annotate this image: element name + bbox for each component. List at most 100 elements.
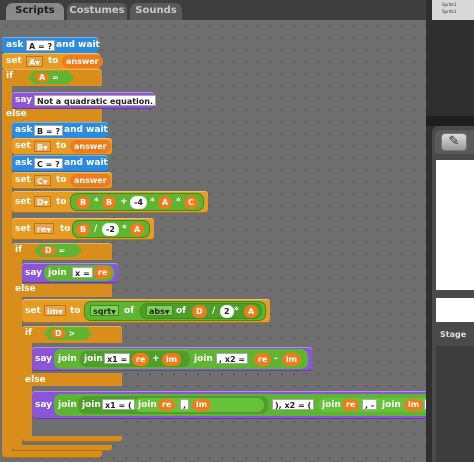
text-slot[interactable]: , x2 = xyxy=(216,353,249,364)
var-name: D xyxy=(37,198,44,207)
var-dropdown[interactable]: re▼ xyxy=(34,223,54,234)
join-keyword: join xyxy=(48,268,67,278)
say-block[interactable]: say Not a quadratic equation. xyxy=(12,92,157,109)
times-sign: * xyxy=(94,197,99,207)
to-keyword: to xyxy=(56,175,67,185)
text-slot[interactable]: ), x2 = ( xyxy=(272,399,315,410)
sprite-label: Sprite1 xyxy=(442,9,457,14)
text-slot[interactable]: , xyxy=(180,399,190,410)
tab-scripts[interactable]: Scripts xyxy=(6,3,64,20)
func-name: sqrt xyxy=(93,307,112,316)
set-a-block[interactable]: set A▼ to answer xyxy=(2,53,103,70)
text-slot[interactable]: x1 = ( xyxy=(102,399,135,410)
tab-sounds[interactable]: Sounds xyxy=(130,3,182,20)
func-name: abs xyxy=(149,307,165,316)
ask-block[interactable]: ask A = ? and wait xyxy=(2,37,100,54)
say-complex-roots-block[interactable]: say join join x1 = ( join re , im ), x2 … xyxy=(32,391,452,419)
ask-prompt-slot[interactable]: A = ? xyxy=(26,40,56,51)
stage-canvas[interactable] xyxy=(436,160,474,290)
greater-than-predicate[interactable]: D > 0 xyxy=(44,327,92,340)
answer-reporter[interactable]: answer xyxy=(70,174,111,187)
b-reporter[interactable]: B xyxy=(102,196,117,209)
equals-predicate[interactable]: D = 0 xyxy=(34,244,82,257)
panel-splitter[interactable] xyxy=(426,116,474,126)
answer-reporter[interactable]: answer xyxy=(62,55,103,68)
ask-prompt-slot[interactable]: B = ? xyxy=(34,125,64,136)
set-re-block[interactable]: set re▼ to B / -2 * A xyxy=(12,218,154,240)
say-x-block[interactable]: say join x = re xyxy=(22,263,118,283)
equals-sign: = xyxy=(58,246,66,255)
var-dropdown[interactable]: C▼ xyxy=(34,175,51,186)
ask-b-block[interactable]: ask B = ? and wait xyxy=(12,122,108,139)
im-reporter[interactable]: im xyxy=(282,353,302,366)
say-keyword: say xyxy=(35,354,53,364)
and-wait-label: and wait xyxy=(64,125,108,135)
of-keyword: of xyxy=(176,306,187,316)
b-reporter[interactable]: B xyxy=(76,223,91,236)
text-slot[interactable]: , - xyxy=(362,399,378,410)
re-reporter[interactable]: re xyxy=(94,266,112,279)
join-keyword: join xyxy=(58,400,77,410)
say-keyword: say xyxy=(35,400,53,410)
function-dropdown[interactable]: sqrt▼ xyxy=(90,305,119,316)
b-reporter[interactable]: B xyxy=(76,196,91,209)
to-keyword: to xyxy=(48,56,59,66)
sprite-corral[interactable]: Sprite1 Sprite1 xyxy=(432,0,474,20)
stage-thumbnail[interactable] xyxy=(436,298,474,322)
re-reporter[interactable]: re xyxy=(158,399,176,411)
set-c-block[interactable]: set C▼ to answer xyxy=(12,172,112,189)
say-keyword: say xyxy=(25,268,43,278)
ask-c-block[interactable]: ask C = ? and wait xyxy=(12,155,108,172)
say-keyword: say xyxy=(15,95,33,105)
dropdown-arrow-icon: ▼ xyxy=(164,309,170,316)
im-reporter[interactable]: im xyxy=(162,353,182,366)
set-b-block[interactable]: set B▼ to answer xyxy=(12,138,112,155)
tab-bar: Scripts Costumes Sounds xyxy=(0,0,426,20)
re-reporter[interactable]: re xyxy=(342,399,360,411)
join-keyword: join xyxy=(82,400,101,410)
ask-prompt-slot[interactable]: C = ? xyxy=(34,158,63,169)
set-im-block[interactable]: set im▼ to sqrt▼ of abs▼ of D / 2 * A xyxy=(22,299,270,323)
say-real-roots-block[interactable]: say join join x1 = re + im join , x2 = r… xyxy=(32,347,312,371)
ask-keyword: ask xyxy=(15,125,33,135)
and-wait-label: and wait xyxy=(64,158,108,168)
a-reporter[interactable]: A xyxy=(130,223,145,236)
neg4-slot[interactable]: -4 xyxy=(130,196,147,209)
answer-reporter[interactable]: answer xyxy=(70,140,111,153)
text-slot[interactable]: x1 = xyxy=(104,353,131,364)
im-reporter[interactable]: im xyxy=(192,399,212,411)
c-reporter[interactable]: C xyxy=(184,196,198,209)
var-dropdown[interactable]: B▼ xyxy=(34,141,51,152)
tab-costumes[interactable]: Costumes xyxy=(67,3,127,20)
paint-brush-icon[interactable]: ✎ xyxy=(441,133,467,151)
set-keyword: set xyxy=(15,141,31,151)
im-reporter[interactable]: im xyxy=(404,399,424,411)
neg2-slot[interactable]: -2 xyxy=(102,223,119,236)
if-keyword: if xyxy=(6,71,14,81)
var-dropdown[interactable]: D▼ xyxy=(34,196,52,207)
join-keyword: join xyxy=(322,400,341,410)
sprite-label: Sprite1 xyxy=(442,2,457,7)
text-slot[interactable]: x = xyxy=(72,267,93,278)
two-slot[interactable]: 2 xyxy=(220,305,234,318)
var-dropdown[interactable]: im▼ xyxy=(44,305,66,316)
say-text-slot[interactable]: Not a quadratic equation. xyxy=(34,95,157,106)
divide-sign: / xyxy=(212,306,216,316)
to-keyword: to xyxy=(56,197,67,207)
a-reporter: A xyxy=(35,73,49,82)
join-keyword: join xyxy=(84,354,103,364)
function-dropdown[interactable]: abs▼ xyxy=(146,305,173,316)
else-keyword: else xyxy=(25,375,46,385)
set-keyword: set xyxy=(15,175,31,185)
d-reporter[interactable]: D xyxy=(192,305,207,318)
d-reporter: D xyxy=(41,246,56,255)
re-reporter[interactable]: re xyxy=(132,353,150,366)
equals-predicate[interactable]: A = 0 xyxy=(28,71,74,84)
set-d-block[interactable]: set D▼ to B * B + -4 * A * C xyxy=(12,191,208,213)
set-keyword: set xyxy=(15,197,31,207)
a-reporter[interactable]: A xyxy=(244,305,259,318)
re-reporter[interactable]: re xyxy=(254,353,272,366)
dropdown-arrow-icon: ▼ xyxy=(111,309,116,316)
var-dropdown[interactable]: A▼ xyxy=(26,56,43,67)
a-reporter[interactable]: A xyxy=(158,196,173,209)
